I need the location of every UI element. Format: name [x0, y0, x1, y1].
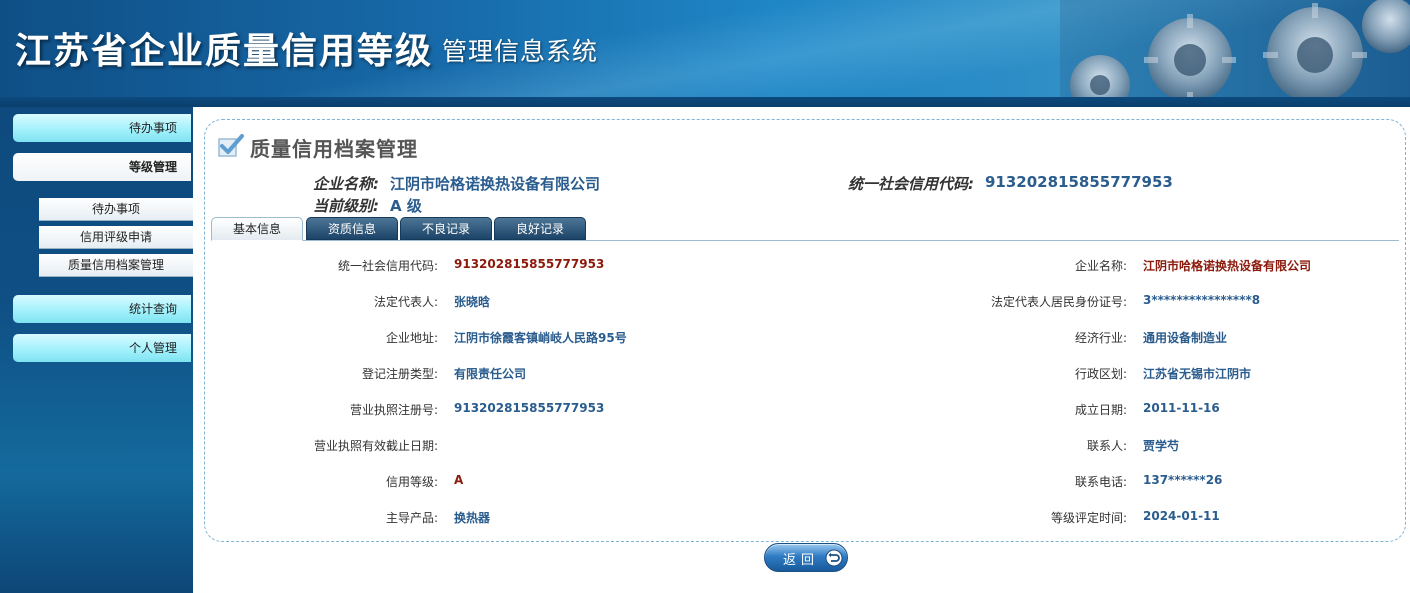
back-button[interactable]: 返回	[764, 543, 848, 572]
field-value: 江阴市哈格诺换热设备有限公司	[1143, 259, 1312, 273]
sidebar-subitem-credit-archive[interactable]: 质量信用档案管理	[39, 254, 193, 277]
field-value: 通用设备制造业	[1143, 331, 1228, 345]
sidebar-item-personal[interactable]: 个人管理	[13, 334, 191, 362]
sidebar-item-todo[interactable]: 待办事项	[13, 114, 191, 142]
sidebar-item-statistics[interactable]: 统计查询	[13, 295, 191, 323]
field-label: 等级评定时间:	[1050, 511, 1127, 525]
field-label: 营业执照有效截止日期:	[313, 439, 438, 453]
credit-code-value: 913202815855777953	[985, 173, 1173, 191]
field-value: 张晓晗	[454, 295, 491, 309]
field-label: 企业名称:	[1074, 259, 1127, 273]
field-label: 统一社会信用代码:	[337, 259, 438, 273]
sidebar-subitem-todo[interactable]: 待办事项	[39, 198, 193, 221]
company-name-label: 企业名称:	[313, 175, 379, 193]
tab-bad-records[interactable]: 不良记录	[400, 217, 492, 240]
field-value: A	[454, 473, 464, 487]
field-label: 经济行业:	[1074, 331, 1127, 345]
sidebar-item-level-management[interactable]: 等级管理	[13, 153, 191, 181]
check-icon	[218, 134, 244, 157]
field-value: 3****************8	[1143, 293, 1261, 307]
credit-code-label: 统一社会信用代码:	[848, 175, 974, 193]
field-value: 137******26	[1143, 473, 1223, 487]
tab-qualification-info[interactable]: 资质信息	[306, 217, 398, 240]
field-value: 贾学芍	[1143, 439, 1180, 453]
app-subtitle: 管理信息系统	[442, 37, 599, 66]
field-value: 江苏省无锡市江阴市	[1143, 367, 1252, 381]
field-label: 法定代表人居民身份证号:	[990, 295, 1127, 309]
current-level-label: 当前级别:	[313, 197, 379, 215]
sidebar-subitem-credit-rating-apply[interactable]: 信用评级申请	[39, 226, 193, 249]
field-label: 法定代表人:	[373, 295, 438, 309]
field-value: 换热器	[454, 511, 491, 525]
header-stripe	[0, 97, 1410, 107]
field-label: 联系人:	[1086, 439, 1127, 453]
back-button-label: 返回	[783, 553, 820, 568]
page-title: 质量信用档案管理	[250, 137, 418, 161]
tab-good-records[interactable]: 良好记录	[494, 217, 586, 240]
company-name-value: 江阴市哈格诺换热设备有限公司	[390, 175, 601, 193]
field-value: 有限责任公司	[454, 367, 527, 381]
header-banner: 江苏省企业质量信用等级 管理信息系统	[0, 0, 1410, 107]
field-value: 2011-11-16	[1143, 401, 1220, 415]
field-label: 营业执照注册号:	[349, 403, 438, 417]
app-title: 江苏省企业质量信用等级	[15, 31, 434, 72]
field-label: 登记注册类型:	[361, 367, 438, 381]
field-label: 企业地址:	[385, 331, 438, 345]
return-icon	[825, 549, 843, 567]
field-value: 913202815855777953	[454, 257, 605, 271]
field-label: 主导产品:	[385, 511, 438, 525]
tab-underline	[211, 240, 1399, 241]
gear-art	[1060, 0, 1410, 107]
field-value: 江阴市徐霞客镇峭岐人民路95号	[454, 331, 627, 345]
current-level-value: A 级	[390, 197, 422, 215]
field-value: 913202815855777953	[454, 401, 605, 415]
tab-basic-info[interactable]: 基本信息	[211, 217, 303, 241]
field-label: 信用等级:	[385, 475, 438, 489]
field-value: 2024-01-11	[1143, 509, 1220, 523]
field-label: 联系电话:	[1074, 475, 1127, 489]
field-label: 成立日期:	[1074, 403, 1127, 417]
field-label: 行政区划:	[1074, 367, 1127, 381]
